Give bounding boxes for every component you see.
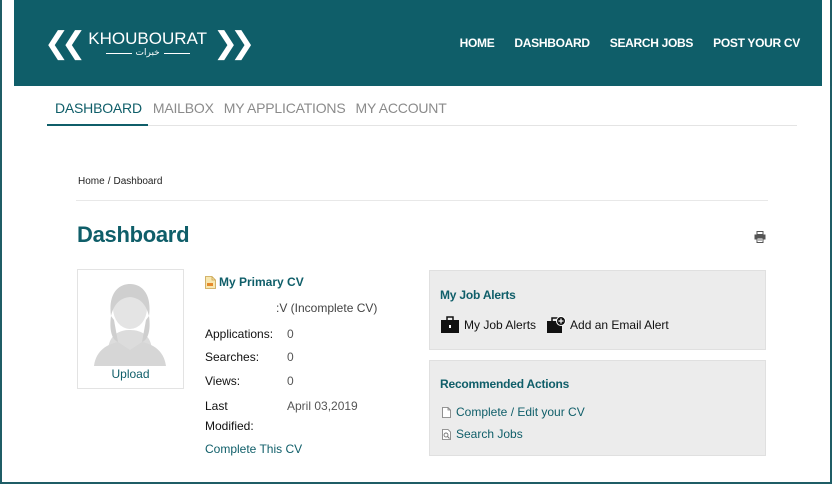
account-tabs: DASHBOARD MAILBOX MY APPLICATIONS MY ACC…: [47, 100, 797, 126]
brand-name-ar-row: خبرات: [105, 48, 190, 58]
page-frame: ❮❮ KHOUBOURAT خبرات ❯❯ HOME DASHBOARD SE…: [0, 0, 832, 484]
page-title: Dashboard: [77, 222, 190, 247]
avatar-placeholder-icon: [94, 284, 166, 366]
nav-home[interactable]: HOME: [460, 36, 495, 50]
recommended-actions-panel: Recommended Actions Complete / Edit your…: [429, 360, 766, 456]
divider: [76, 200, 768, 201]
brand-rule-right: [163, 52, 190, 54]
job-alerts-panel: My Job Alerts My Job Alerts Add an Email…: [429, 270, 766, 350]
briefcase-icon: [441, 316, 459, 333]
breadcrumb-home[interactable]: Home: [78, 176, 105, 187]
primary-cv-link[interactable]: My Primary CV: [205, 275, 304, 289]
breadcrumb-separator: /: [107, 176, 111, 187]
breadcrumb-current: Dashboard: [113, 176, 163, 187]
document-icon: [205, 275, 216, 289]
upload-photo-link[interactable]: Upload: [78, 367, 183, 381]
cv-status: :V (Incomplete CV): [276, 301, 378, 315]
complete-edit-cv-label: Complete / Edit your CV: [456, 405, 585, 419]
brand-name-ar: خبرات: [135, 48, 160, 58]
add-alert-icon: [547, 316, 567, 333]
last-modified-value: April 03,2019: [287, 399, 358, 413]
print-icon[interactable]: [754, 231, 766, 243]
brand-logo[interactable]: ❮❮ KHOUBOURAT خبرات ❯❯: [44, 24, 255, 64]
header-bar: ❮❮ KHOUBOURAT خبرات ❯❯ HOME DASHBOARD SE…: [14, 0, 822, 86]
modified-label: Modified:: [205, 419, 254, 433]
search-jobs-label: Search Jobs: [456, 427, 523, 441]
tab-mailbox[interactable]: MAILBOX: [148, 100, 219, 126]
brand-wordmark: KHOUBOURAT خبرات: [88, 29, 207, 59]
tab-dashboard[interactable]: DASHBOARD: [47, 100, 148, 126]
page-icon: [442, 406, 451, 418]
search-document-icon: [442, 428, 451, 440]
top-navigation: HOME DASHBOARD SEARCH JOBS POST YOUR CV: [460, 36, 801, 50]
views-value: 0: [287, 374, 294, 388]
double-chevron-left-icon: ❮❮: [44, 26, 86, 61]
nav-dashboard[interactable]: DASHBOARD: [514, 36, 590, 50]
recommended-actions-title: Recommended Actions: [440, 377, 570, 391]
add-email-alert-link[interactable]: Add an Email Alert: [570, 318, 669, 332]
searches-label: Searches:: [205, 350, 260, 364]
primary-cv-title: My Primary CV: [219, 275, 304, 289]
nav-search-jobs[interactable]: SEARCH JOBS: [610, 36, 694, 50]
brand-name-en: KHOUBOURAT: [88, 29, 207, 48]
breadcrumb: Home / Dashboard: [78, 176, 162, 187]
job-alerts-title: My Job Alerts: [440, 288, 516, 302]
searches-value: 0: [287, 350, 294, 364]
nav-post-your-cv[interactable]: POST YOUR CV: [713, 36, 800, 50]
brand-rule-left: [105, 52, 132, 54]
my-job-alerts-link[interactable]: My Job Alerts: [464, 318, 536, 332]
tab-my-applications[interactable]: MY APPLICATIONS: [219, 100, 351, 126]
double-chevron-right-icon: ❯❯: [212, 26, 255, 61]
last-label: Last: [205, 399, 228, 413]
applications-value: 0: [287, 327, 294, 341]
views-label: Views:: [205, 374, 241, 388]
search-jobs-link[interactable]: Search Jobs: [441, 427, 523, 441]
complete-cv-link[interactable]: Complete This CV: [205, 442, 302, 456]
job-alerts-actions: My Job Alerts Add an Email Alert: [440, 316, 675, 334]
profile-photo-box: Upload: [77, 269, 184, 389]
tab-my-account[interactable]: MY ACCOUNT: [350, 100, 451, 126]
applications-label: Applications:: [205, 327, 274, 341]
complete-edit-cv-link[interactable]: Complete / Edit your CV: [441, 405, 585, 419]
